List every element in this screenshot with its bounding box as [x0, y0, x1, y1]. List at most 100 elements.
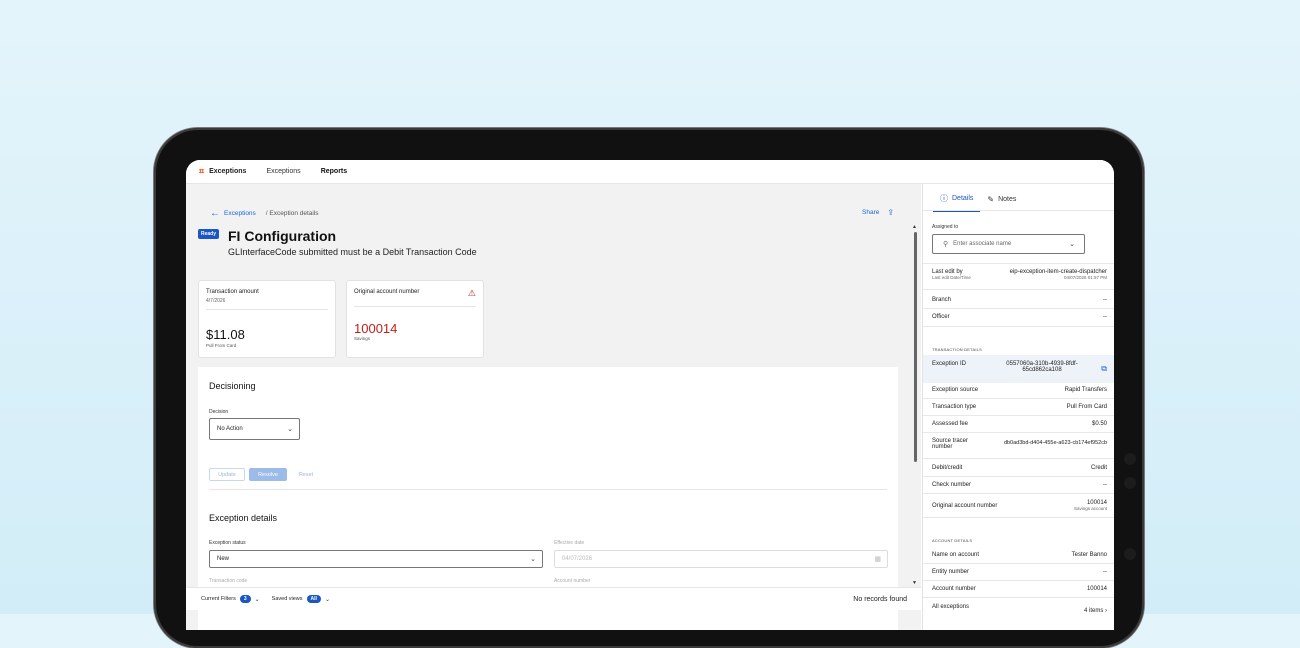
account-number-value: 100014	[1086, 586, 1107, 592]
section-divider	[923, 517, 1114, 518]
card-divider	[354, 306, 476, 307]
card-label: Original account number	[354, 289, 420, 295]
transaction-amount-value: $11.08	[206, 327, 245, 342]
app-screen: ⌗ Exceptions Exceptions Reports ← Except…	[186, 160, 1114, 630]
account-details-section: ACCOUNT DETAILS	[932, 538, 973, 543]
note-edit-icon: ✎	[987, 195, 995, 204]
transaction-code-label: Transaction code	[209, 578, 248, 584]
original-account-label: Original account number	[932, 503, 998, 509]
decisioning-heading: Decisioning	[209, 381, 256, 391]
debit-credit-row: Debit/credit Credit	[932, 465, 1107, 471]
officer-value: --	[1103, 314, 1107, 320]
chevron-down-icon[interactable]: ⌄	[255, 596, 260, 603]
officer-row: Officer --	[932, 314, 1107, 320]
arrow-left-icon: ←	[210, 208, 220, 219]
page-title: FI Configuration	[228, 228, 337, 244]
assessed-fee-row: Assessed fee $0.50	[932, 421, 1107, 427]
entity-number-label: Entity number	[932, 569, 970, 575]
reset-button[interactable]: Reset	[294, 468, 318, 481]
update-button[interactable]: Update	[209, 468, 245, 481]
debit-credit-label: Debit/credit	[932, 465, 963, 471]
exception-source-label: Exception source	[932, 387, 979, 393]
filter-bar: Current Filters 3 ⌄ Saved views All ⌄ No…	[186, 587, 921, 610]
exception-source-row: Exception source Rapid Transfers	[932, 387, 1107, 393]
section-divider	[923, 308, 1114, 309]
decision-label: Decision	[209, 409, 229, 415]
saved-views-label[interactable]: Saved views	[272, 596, 303, 602]
filter-count-badge: 3	[239, 595, 251, 603]
exception-id-row: Exception ID 0557060a-310b-4939-8fdf-65c…	[932, 361, 1107, 373]
last-edit-dt-label: Last edit Date/Time	[932, 275, 971, 280]
warning-icon: ⚠	[467, 288, 476, 298]
calendar-icon: ▦	[874, 556, 881, 563]
device-sensor	[1124, 477, 1136, 489]
assignee-select[interactable]: ⚲ Enter associate name ⌄	[932, 234, 1085, 254]
source-tracer-row: Source tracer number db0ad3bd-d404-455e-…	[932, 438, 1107, 450]
section-divider	[923, 398, 1114, 399]
person-icon: ⚲	[943, 241, 949, 248]
exception-status-label: Exception status	[209, 540, 246, 546]
section-divider	[923, 263, 1114, 264]
breadcrumb-back-link[interactable]: ← Exceptions	[210, 208, 256, 219]
no-records-text: No records found	[853, 595, 907, 603]
copy-icon[interactable]: ⧉	[1101, 364, 1107, 374]
effective-date-value: 04/07/2026	[562, 556, 593, 562]
device-sensor	[1124, 453, 1136, 465]
transaction-amount-note: Pull From Card	[206, 343, 237, 348]
brand-label: Exceptions	[209, 168, 247, 175]
source-tracer-value: db0ad3bd-d404-455e-a623-cb174ef952cb	[1003, 440, 1107, 446]
exception-id-link[interactable]: 0557060a-310b-4939-8fdf-65cd862ca108	[997, 361, 1087, 373]
section-divider	[923, 597, 1114, 598]
transaction-amount-card: Transaction amount 4/7/2026 $11.08 Pull …	[198, 280, 336, 358]
transaction-type-value: Pull From Card	[1066, 404, 1107, 410]
last-edit-row: Last edit by Last edit Date/Time eip-exce…	[932, 269, 1107, 280]
branch-row: Branch --	[932, 297, 1107, 303]
all-exceptions-link[interactable]: 4 items ›	[1084, 608, 1107, 614]
chevron-right-icon: ›	[1105, 608, 1107, 614]
brand[interactable]: ⌗ Exceptions	[199, 166, 246, 177]
share-icon: ⇪	[887, 208, 895, 217]
nav-reports[interactable]: Reports	[321, 168, 347, 175]
section-divider	[923, 326, 1114, 327]
name-on-account-value: Tester Banno	[1071, 552, 1107, 558]
breadcrumb: ← Exceptions / Exception details	[210, 208, 319, 219]
scroll-down-icon[interactable]: ▼	[912, 580, 917, 586]
page-subtitle: GLInterfaceCode submitted must be a Debi…	[228, 247, 477, 257]
transaction-type-row: Transaction type Pull From Card	[932, 404, 1107, 410]
share-button[interactable]: Share ⇪	[862, 208, 894, 217]
account-number-label: Account number	[554, 578, 591, 584]
debit-credit-value: Credit	[1090, 465, 1107, 471]
section-divider	[209, 489, 887, 490]
exception-id-label: Exception ID	[932, 361, 967, 367]
all-exceptions-label: All exceptions	[932, 604, 970, 610]
breadcrumb-current: / Exception details	[265, 210, 319, 217]
resolve-button[interactable]: Resolve	[249, 468, 287, 481]
exception-status-select[interactable]: New ⌄	[209, 550, 543, 568]
transaction-details-section: TRANSACTION DETAILS	[932, 347, 982, 352]
scroll-up-icon[interactable]: ▲	[912, 224, 917, 230]
entity-number-row: Entity number --	[932, 569, 1107, 575]
branch-label: Branch	[932, 297, 952, 303]
section-divider	[923, 580, 1114, 581]
effective-date-field[interactable]: 04/07/2026 ▦	[554, 550, 888, 568]
brand-logo-icon: ⌗	[199, 166, 205, 176]
exception-status-value: New	[217, 556, 230, 562]
decision-select[interactable]: No Action ⌄	[209, 418, 300, 440]
current-filters-label[interactable]: Current Filters	[201, 596, 236, 602]
exception-source-value: Rapid Transfers	[1064, 387, 1107, 393]
tab-divider	[923, 210, 1114, 211]
section-divider	[923, 493, 1114, 494]
check-number-row: Check number --	[932, 482, 1107, 488]
nav-exceptions[interactable]: Exceptions	[266, 168, 300, 175]
chevron-down-icon[interactable]: ⌄	[325, 596, 330, 603]
check-number-value: --	[1103, 482, 1107, 488]
assigned-to-label: Assigned to	[932, 224, 959, 230]
scrollbar-thumb[interactable]	[914, 232, 917, 462]
section-divider	[923, 432, 1114, 433]
main-content: ← Exceptions / Exception details Share ⇪…	[186, 184, 921, 630]
section-divider	[923, 563, 1114, 564]
entity-number-value: --	[1103, 569, 1107, 575]
original-account-type: Savings account	[1073, 506, 1107, 511]
branch-value: --	[1103, 297, 1107, 303]
tab-details-label: Details	[952, 195, 974, 202]
